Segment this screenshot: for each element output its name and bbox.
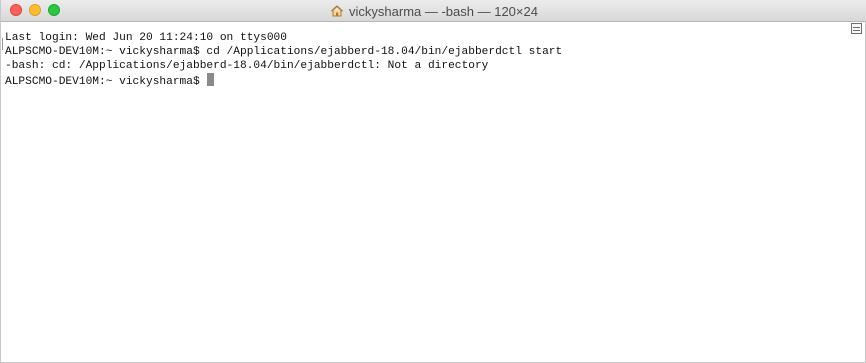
terminal-output[interactable]: Last login: Wed Jun 20 11:24:10 on ttys0… bbox=[5, 31, 847, 88]
prompt-line[interactable]: ALPSCMO-DEV10M:~ vickysharma$ bbox=[5, 73, 847, 88]
terminal-line: Last login: Wed Jun 20 11:24:10 on ttys0… bbox=[5, 32, 287, 44]
terminal-window: vickysharma — -bash — 120×24 Last login:… bbox=[0, 0, 866, 363]
text-cursor bbox=[207, 73, 215, 86]
home-icon bbox=[330, 4, 344, 18]
prompt-text: ALPSCMO-DEV10M:~ vickysharma$ bbox=[5, 76, 207, 88]
window-title-group: vickysharma — -bash — 120×24 bbox=[1, 0, 866, 22]
window-title: vickysharma — -bash — 120×24 bbox=[349, 3, 538, 19]
terminal-line: -bash: cd: /Applications/ejabberd-18.04/… bbox=[5, 60, 489, 72]
terminal-line: ALPSCMO-DEV10M:~ vickysharma$ cd /Applic… bbox=[5, 46, 563, 58]
split-view-button[interactable] bbox=[851, 23, 862, 34]
line-mark bbox=[2, 38, 3, 50]
title-bar[interactable]: vickysharma — -bash — 120×24 bbox=[1, 0, 866, 22]
